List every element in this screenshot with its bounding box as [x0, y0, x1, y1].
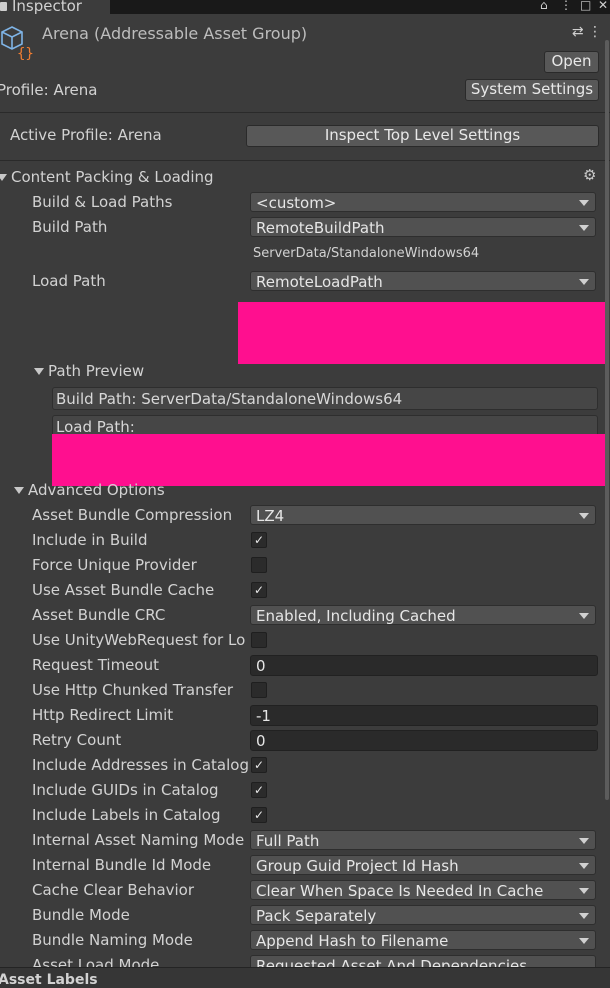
crc-label: Asset Bundle CRC — [32, 606, 166, 624]
force-unique-checkbox[interactable] — [251, 557, 267, 573]
asset-labels-title: Asset Labels — [0, 972, 98, 988]
gear-icon[interactable]: ⚙ — [583, 166, 596, 184]
lock-icon[interactable]: ⌂ — [540, 0, 548, 12]
retry-label: Retry Count — [32, 731, 122, 749]
preview-build-path-box: Build Path: ServerData/StandaloneWindows… — [52, 387, 598, 410]
close-icon[interactable]: ✕ — [598, 0, 608, 12]
foldout-arrow-icon — [34, 368, 44, 375]
asset-naming-label: Internal Asset Naming Mode — [32, 831, 245, 849]
redirect-label: Http Redirect Limit — [32, 706, 174, 724]
bundle-id-dropdown[interactable]: Group Guid Project Id Hash — [250, 855, 596, 875]
chevron-down-icon — [579, 225, 589, 231]
use-cache-label: Use Asset Bundle Cache — [32, 581, 215, 599]
maximize-icon[interactable]: □ — [580, 0, 591, 12]
bundle-id-label: Internal Bundle Id Mode — [32, 856, 212, 874]
crc-dropdown[interactable]: Enabled, Including Cached — [250, 605, 596, 625]
asset-naming-dropdown[interactable]: Full Path — [250, 830, 596, 850]
compression-label: Asset Bundle Compression — [32, 506, 233, 524]
inspect-top-level-settings-button[interactable]: Inspect Top Level Settings — [246, 125, 599, 147]
load-mode-label: Asset Load Mode — [32, 956, 160, 967]
build-path-dropdown[interactable]: RemoteBuildPath — [250, 217, 596, 237]
include-in-build-label: Include in Build — [32, 531, 148, 549]
scrollbar[interactable] — [605, 40, 609, 800]
profile-label: Profile: Arena — [0, 81, 98, 99]
retry-field[interactable]: 0 — [250, 730, 598, 751]
chevron-down-icon — [579, 513, 589, 519]
include-in-build-checkbox[interactable]: ✓ — [251, 532, 267, 548]
tab-bar: Inspector ⌂ ⋮ □ ✕ — [0, 0, 610, 16]
chunked-checkbox[interactable] — [251, 682, 267, 698]
cache-clear-dropdown[interactable]: Clear When Space Is Needed In Cache — [250, 880, 596, 900]
tab-label: Inspector — [12, 0, 82, 15]
timeout-field[interactable]: 0 — [250, 655, 598, 676]
open-button[interactable]: Open — [544, 51, 599, 73]
info-icon — [0, 2, 7, 11]
active-profile-label: Active Profile: Arena — [10, 126, 162, 144]
cache-clear-label: Cache Clear Behavior — [32, 881, 195, 899]
chevron-down-icon — [579, 913, 589, 919]
svg-text:{}: {} — [17, 46, 34, 60]
load-mode-dropdown[interactable]: Requested Asset And Dependencies — [250, 955, 596, 967]
chevron-down-icon — [579, 200, 589, 206]
inc-labels-checkbox[interactable]: ✓ — [251, 807, 267, 823]
load-path-label: Load Path — [32, 272, 106, 290]
build-path-resolved: ServerData/StandaloneWindows64 — [253, 246, 480, 261]
menu-icon[interactable]: ⋮ — [560, 0, 572, 12]
inc-addresses-checkbox[interactable]: ✓ — [251, 757, 267, 773]
build-load-paths-dropdown[interactable]: <custom> — [250, 192, 596, 212]
foldout-arrow-icon — [14, 487, 24, 494]
clipped-row: Asset Load Mode Requested Asset And Depe… — [0, 955, 610, 967]
redacted-load-url — [238, 302, 608, 364]
system-settings-button[interactable]: System Settings — [465, 79, 599, 101]
chevron-down-icon — [579, 613, 589, 619]
timeout-label: Request Timeout — [32, 656, 159, 674]
redacted-preview-url — [52, 434, 608, 486]
section-content-packing[interactable]: Content Packing & Loading — [0, 168, 214, 186]
chevron-down-icon — [579, 938, 589, 944]
asset-labels-bar: Asset Labels — [0, 967, 610, 988]
build-load-paths-label: Build & Load Paths — [32, 193, 173, 211]
divider — [0, 160, 610, 161]
bundle-mode-dropdown[interactable]: Pack Separately — [250, 905, 596, 925]
bundle-naming-label: Bundle Naming Mode — [32, 931, 193, 949]
compression-dropdown[interactable]: LZ4 — [250, 505, 596, 525]
chunked-label: Use Http Chunked Transfer — [32, 681, 234, 699]
chevron-down-icon — [579, 279, 589, 285]
header-icons: ⇄ ⋮ — [572, 24, 602, 40]
use-cache-checkbox[interactable]: ✓ — [251, 582, 267, 598]
chevron-down-icon — [579, 838, 589, 844]
chevron-down-icon — [579, 888, 589, 894]
section-advanced-options[interactable]: Advanced Options — [14, 481, 165, 499]
tab-inspector[interactable]: Inspector — [0, 0, 110, 16]
inc-guids-label: Include GUIDs in Catalog — [32, 781, 219, 799]
bundle-mode-label: Bundle Mode — [32, 906, 130, 924]
inc-guids-checkbox[interactable]: ✓ — [251, 782, 267, 798]
load-path-dropdown[interactable]: RemoteLoadPath — [250, 271, 596, 291]
divider — [0, 112, 610, 113]
build-path-label: Build Path — [32, 218, 108, 236]
more-icon[interactable]: ⋮ — [588, 24, 602, 40]
uwr-checkbox[interactable] — [251, 632, 267, 648]
presets-icon[interactable]: ⇄ — [572, 24, 584, 40]
preview-build-path: Build Path: ServerData/StandaloneWindows… — [56, 390, 403, 408]
path-preview-foldout[interactable]: Path Preview — [34, 362, 144, 380]
addressable-group-icon: {} — [1, 26, 34, 60]
redirect-field[interactable]: -1 — [250, 705, 598, 726]
page-title: Arena (Addressable Asset Group) — [42, 24, 308, 43]
force-unique-label: Force Unique Provider — [32, 556, 197, 574]
inc-labels-label: Include Labels in Catalog — [32, 806, 221, 824]
chevron-down-icon — [579, 863, 589, 869]
foldout-arrow-icon — [0, 174, 7, 181]
bundle-naming-dropdown[interactable]: Append Hash to Filename — [250, 930, 596, 950]
inc-addresses-label: Include Addresses in Catalog — [32, 756, 249, 774]
uwr-label: Use UnityWebRequest for Loc — [32, 631, 246, 649]
